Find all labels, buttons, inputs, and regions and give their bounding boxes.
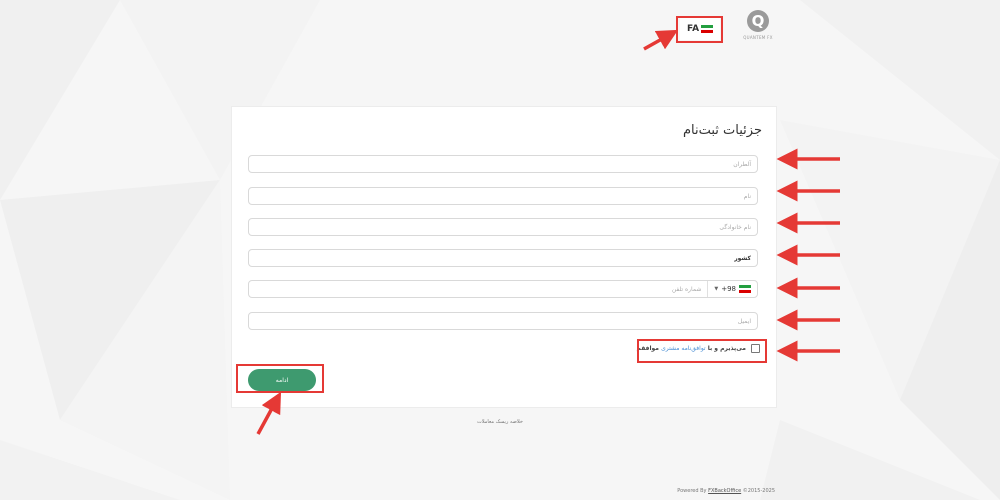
country-code-selector[interactable]: ▼ +98 [707, 281, 757, 297]
title-placeholder: آلطران [733, 160, 751, 168]
country-code: +98 [721, 285, 736, 293]
phone-placeholder: شماره تلفن [671, 285, 702, 293]
footer-suffix: ©2015-2025 [741, 488, 775, 494]
logo-text: QUANTEM FX [743, 35, 773, 40]
title-dropdown[interactable]: آلطران [248, 155, 758, 173]
logo-mark: Q [747, 10, 769, 32]
annotation-box-terms [637, 339, 767, 363]
risk-summary-link[interactable]: خلاصه ریسک معاملات [440, 419, 560, 425]
annotation-box-continue [236, 364, 324, 393]
footer-prefix: Powered By [677, 488, 709, 494]
brand-logo[interactable]: Q QUANTEM FX [738, 10, 778, 46]
country-value: کشور [734, 254, 751, 262]
last-name-placeholder: نام خانوادگی [719, 223, 751, 231]
form-title: جزئیات ثبت‌نام [682, 123, 762, 138]
first-name-placeholder: نام [743, 192, 751, 200]
fxbackoffice-link[interactable]: FXBackOffice [708, 488, 741, 494]
footer-credit: Powered By FXBackOffice ©2015-2025 [677, 488, 775, 494]
first-name-input[interactable]: نام [248, 187, 758, 205]
phone-input[interactable]: شماره تلفن ▼ +98 [248, 280, 758, 298]
email-placeholder: ایمیل [737, 317, 751, 325]
annotation-box-language [676, 16, 723, 43]
last-name-input[interactable]: نام خانوادگی [248, 218, 758, 236]
chevron-down-icon: ▼ [714, 286, 719, 292]
iran-flag-icon [739, 285, 751, 293]
country-select[interactable]: کشور [248, 249, 758, 267]
email-input[interactable]: ایمیل [248, 312, 758, 330]
